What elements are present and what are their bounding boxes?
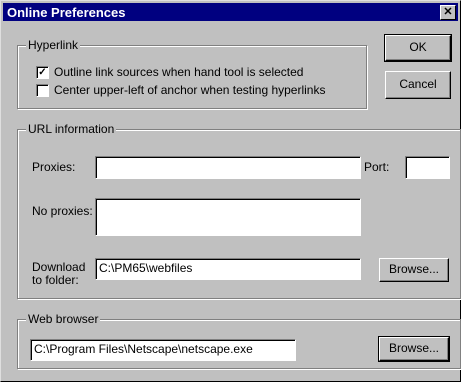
outline-link-sources-label[interactable]: Outline link sources when hand tool is s… <box>54 65 303 79</box>
download-folder-input[interactable]: C:\PM65\webfiles <box>95 258 361 280</box>
web-browser-group: Web browser C:\Program Files\Netscape\ne… <box>17 312 461 369</box>
download-folder-label-line1: Download <box>32 260 86 274</box>
url-information-group: URL information Proxies: Port: No proxie… <box>17 122 461 299</box>
title-bar[interactable]: Online Preferences ✕ <box>3 3 458 21</box>
ok-button-label: OK <box>409 40 427 54</box>
web-browser-path-input[interactable]: C:\Program Files\Netscape\netscape.exe <box>30 339 296 361</box>
close-icon: ✕ <box>443 6 453 18</box>
hyperlink-group: Hyperlink ✓ Outline link sources when ha… <box>17 38 367 109</box>
ok-button[interactable]: OK <box>384 34 452 62</box>
hyperlink-group-label: Hyperlink <box>26 38 81 52</box>
outline-link-sources-checkbox[interactable]: ✓ <box>36 66 49 79</box>
center-anchor-label[interactable]: Center upper-left of anchor when testing… <box>54 83 325 97</box>
no-proxies-label: No proxies: <box>32 204 93 218</box>
web-browser-browse-button[interactable]: Browse... <box>378 336 450 362</box>
preferences-dialog: Online Preferences ✕ Hyperlink ✓ Outline… <box>0 0 461 382</box>
close-button[interactable]: ✕ <box>440 5 456 20</box>
center-anchor-checkbox[interactable] <box>36 84 49 97</box>
download-browse-button-label: Browse... <box>388 262 439 276</box>
web-browser-group-label: Web browser <box>26 312 101 326</box>
proxies-label: Proxies: <box>32 160 76 174</box>
url-information-group-label: URL information <box>26 122 117 136</box>
dialog-title: Online Preferences <box>7 5 126 20</box>
no-proxies-input[interactable] <box>95 198 361 236</box>
web-browser-browse-button-label: Browse... <box>388 341 439 355</box>
cancel-button[interactable]: Cancel <box>385 71 451 99</box>
port-input[interactable] <box>405 156 450 179</box>
cancel-button-label: Cancel <box>399 77 437 91</box>
proxies-input[interactable] <box>95 156 361 179</box>
checkmark-icon: ✓ <box>38 67 47 78</box>
download-folder-label-line2: to folder: <box>32 273 79 287</box>
port-label: Port: <box>364 160 390 174</box>
download-browse-button[interactable]: Browse... <box>379 258 449 282</box>
